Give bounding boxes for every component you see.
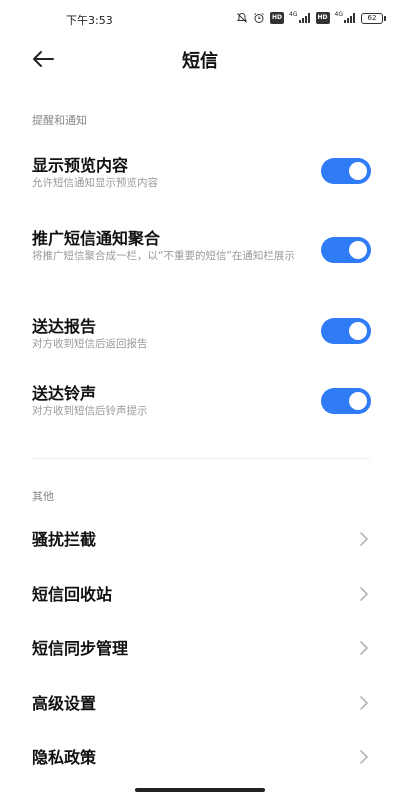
home-indicator[interactable] xyxy=(135,788,265,792)
setting-description: 将推广短信聚合成一栏，以“不重要的短信”在通知栏展示 xyxy=(32,250,295,262)
nav-item-privacy-policy[interactable]: 隐私政策 xyxy=(0,730,400,784)
page-title: 短信 xyxy=(182,51,218,72)
nav-item-label: 高级设置 xyxy=(32,694,97,713)
nav-item-recycle-bin[interactable]: 短信回收站 xyxy=(0,567,400,621)
setting-delivery-report[interactable]: 送达报告 对方收到短信后返回报告 xyxy=(0,313,400,355)
sms-settings-screen: 下午3:53 HD 4G HD 4G 62 短信 提醒和通知 显示预览内容 允许… xyxy=(0,0,400,800)
setting-description: 对方收到短信后返回报告 xyxy=(32,338,148,350)
status-bar: 下午3:53 HD 4G HD 4G 62 xyxy=(0,0,400,36)
app-header: 短信 xyxy=(0,36,400,82)
nav-item-label: 短信同步管理 xyxy=(32,639,129,658)
chevron-right-icon xyxy=(360,750,368,764)
mute-icon xyxy=(236,12,248,24)
chevron-right-icon xyxy=(360,587,368,601)
battery-level: 62 xyxy=(361,12,383,24)
status-time: 下午3:53 xyxy=(66,14,113,27)
toggle-switch[interactable] xyxy=(321,318,371,344)
toggle-switch[interactable] xyxy=(321,158,371,184)
setting-description: 允许短信通知显示预览内容 xyxy=(32,177,158,189)
divider xyxy=(32,458,370,459)
nav-item-advanced-settings[interactable]: 高级设置 xyxy=(0,676,400,730)
hd-badge: HD xyxy=(270,12,285,24)
chevron-right-icon xyxy=(360,641,368,655)
section-header-other: 其他 xyxy=(32,490,54,503)
nav-item-label: 隐私政策 xyxy=(32,748,97,767)
setting-description: 对方收到短信后铃声提示 xyxy=(32,405,148,417)
signal-icon-2: 4G xyxy=(335,12,356,24)
battery-icon: 62 xyxy=(361,12,386,24)
setting-title: 显示预览内容 xyxy=(32,156,129,175)
setting-show-preview[interactable]: 显示预览内容 允许短信通知显示预览内容 xyxy=(0,152,400,194)
nav-item-label: 短信回收站 xyxy=(32,585,113,604)
hd-badge-2: HD xyxy=(315,12,330,24)
nav-item-harassment-block[interactable]: 骚扰拦截 xyxy=(0,512,400,566)
setting-title: 推广短信通知聚合 xyxy=(32,229,161,248)
nav-item-label: 骚扰拦截 xyxy=(32,530,97,549)
setting-title: 送达铃声 xyxy=(32,384,97,403)
signal-icon: 4G xyxy=(289,12,310,24)
setting-title: 送达报告 xyxy=(32,317,97,336)
setting-promo-aggregation[interactable]: 推广短信通知聚合 将推广短信聚合成一栏，以“不重要的短信”在通知栏展示 xyxy=(0,225,400,283)
alarm-clock-icon xyxy=(253,12,265,24)
nav-item-sync-management[interactable]: 短信同步管理 xyxy=(0,621,400,675)
chevron-right-icon xyxy=(360,532,368,546)
chevron-right-icon xyxy=(360,696,368,710)
setting-delivery-ringtone[interactable]: 送达铃声 对方收到短信后铃声提示 xyxy=(0,380,400,422)
toggle-switch[interactable] xyxy=(321,388,371,414)
section-header-notifications: 提醒和通知 xyxy=(32,114,87,127)
status-icons: HD 4G HD 4G 62 xyxy=(236,11,386,25)
toggle-switch[interactable] xyxy=(321,237,371,263)
